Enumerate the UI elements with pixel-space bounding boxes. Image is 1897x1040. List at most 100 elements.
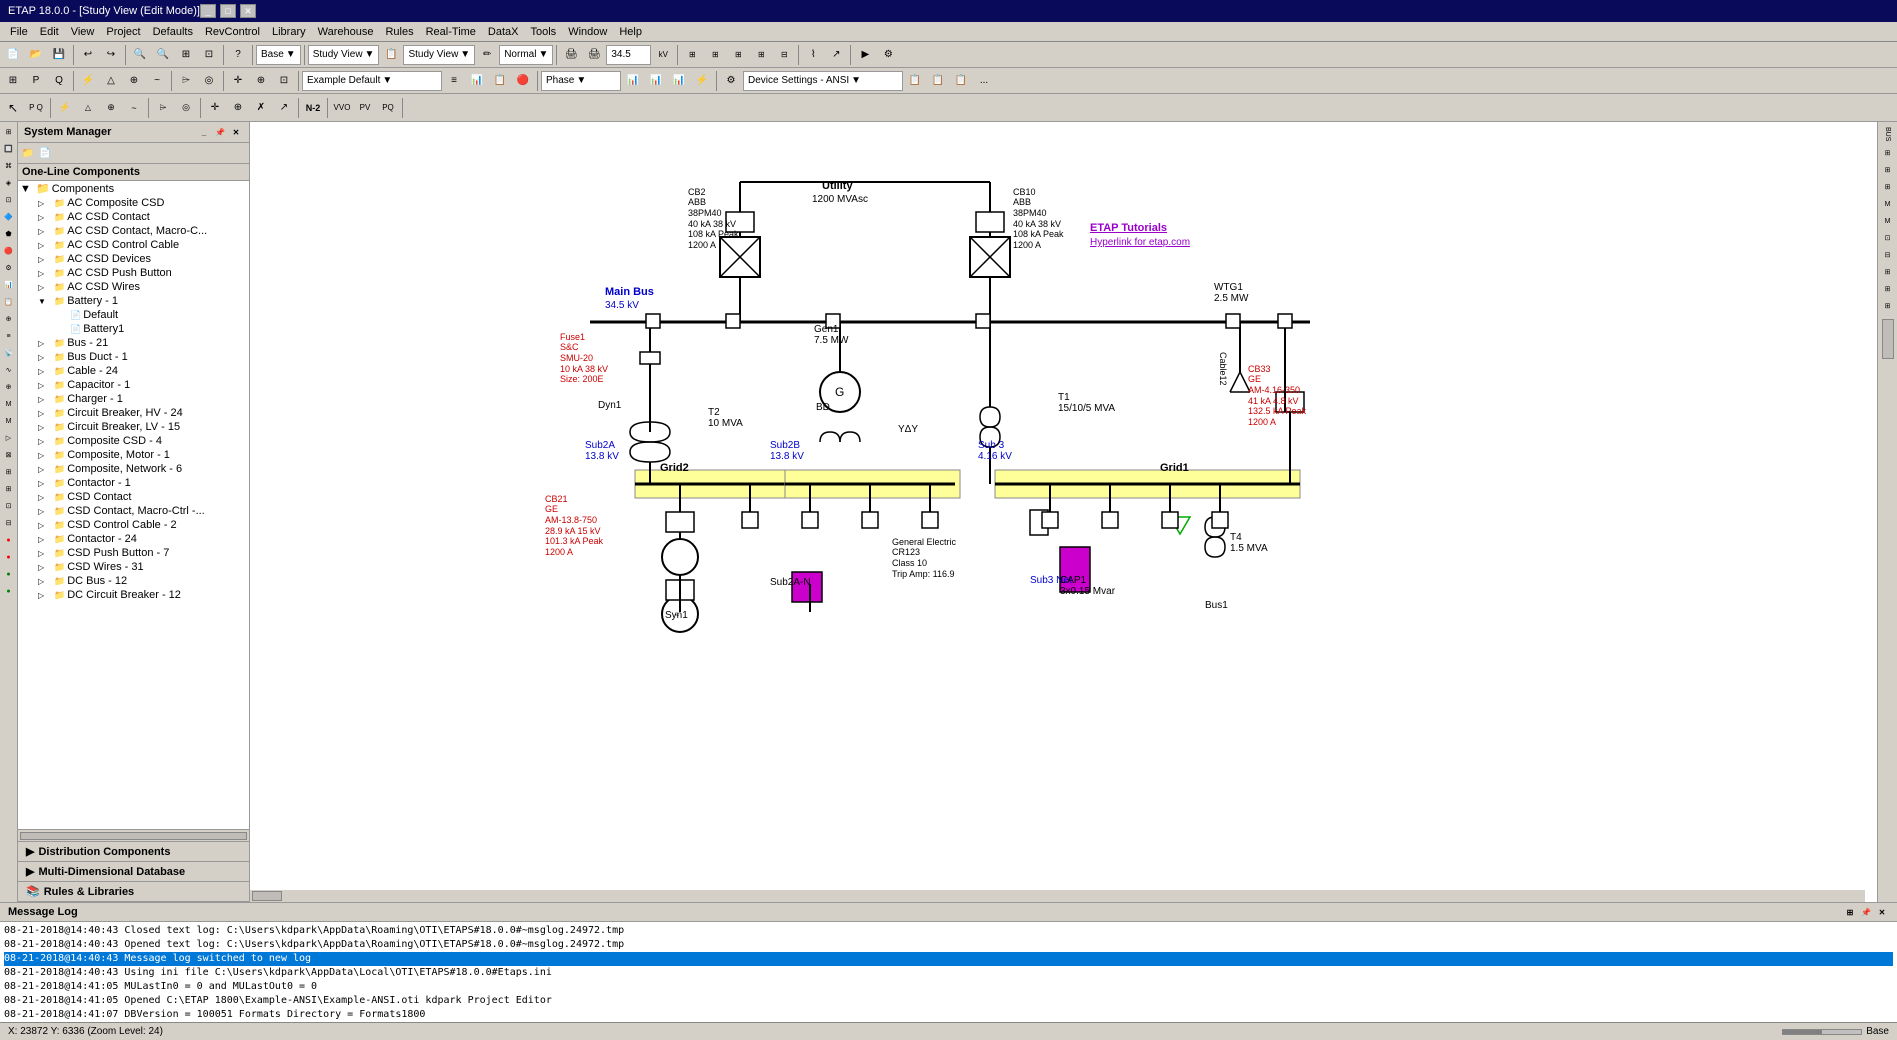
li-21[interactable]: ⊞	[1, 464, 17, 480]
rules-libraries-section[interactable]: 📚 Rules & Libraries	[18, 882, 249, 902]
t2-23[interactable]: 📋	[950, 70, 972, 92]
sm-close[interactable]: ✕	[229, 125, 243, 139]
rp-7[interactable]: ⊟	[1880, 247, 1896, 263]
t2-1[interactable]: P	[25, 70, 47, 92]
menu-revcontrol[interactable]: RevControl	[199, 24, 266, 40]
tree-charger-1[interactable]: ▷ 📁 Charger - 1	[18, 392, 249, 406]
tree-composite-csd-4[interactable]: ▷ 📁 Composite CSD - 4	[18, 434, 249, 448]
t2-14[interactable]: 📋	[489, 70, 511, 92]
tree-composite-motor-1[interactable]: ▷ 📁 Composite, Motor - 1	[18, 448, 249, 462]
distribution-components-section[interactable]: ▶ Distribution Components	[18, 842, 249, 862]
menu-project[interactable]: Project	[100, 24, 146, 40]
li-10[interactable]: 📊	[1, 277, 17, 293]
t2-11[interactable]: ⊡	[273, 70, 295, 92]
menu-warehouse[interactable]: Warehouse	[312, 24, 380, 40]
tree-bus-duct-1[interactable]: ▷ 📁 Bus Duct - 1	[18, 350, 249, 364]
log-close-btn[interactable]: ✕	[1875, 905, 1889, 919]
tree-csd-contact-macro[interactable]: ▷ 📁 CSD Contact, Macro-Ctrl -...	[18, 504, 249, 518]
li-25[interactable]: ●	[1, 532, 17, 548]
t2-7[interactable]: ⌲	[175, 70, 197, 92]
li-17[interactable]: M	[1, 396, 17, 412]
normal-dropdown[interactable]: Normal▼	[499, 45, 553, 65]
undo-btn[interactable]: ↩	[77, 44, 99, 66]
zoom-win-btn[interactable]: ⊡	[198, 44, 220, 66]
li-16[interactable]: ⊕	[1, 379, 17, 395]
tree-ac-csd-wires[interactable]: ▷ 📁 AC CSD Wires	[18, 280, 249, 294]
n2-tool[interactable]: N-2	[302, 97, 324, 119]
multidim-database-section[interactable]: ▶ Multi-Dimensional Database	[18, 862, 249, 882]
li-12[interactable]: ⊕	[1, 311, 17, 327]
h-scroll-thumb[interactable]	[252, 891, 282, 901]
bus2-btn[interactable]: ⊞	[704, 44, 726, 66]
t2-8[interactable]: ◎	[198, 70, 220, 92]
tree-contactor-1[interactable]: ▷ 📁 Contactor - 1	[18, 476, 249, 490]
tree-cb-lv-15[interactable]: ▷ 📁 Circuit Breaker, LV - 15	[18, 420, 249, 434]
arrow2-tool[interactable]: ↗	[273, 97, 295, 119]
phase-dropdown[interactable]: Phase▼	[541, 71, 621, 91]
cb-tool[interactable]: ~	[123, 97, 145, 119]
etap-tutorials-sublabel[interactable]: Hyperlink for etap.com	[1090, 237, 1190, 248]
save-btn[interactable]: 💾	[48, 44, 70, 66]
redo-btn[interactable]: ↪	[100, 44, 122, 66]
select-btn[interactable]: ↖	[2, 97, 24, 119]
t2-5[interactable]: ⊕	[123, 70, 145, 92]
zoom-out-btn[interactable]: 🔍	[152, 44, 174, 66]
t2-15[interactable]: 🔴	[512, 70, 534, 92]
menu-tools[interactable]: Tools	[525, 24, 563, 40]
li-14[interactable]: 📡	[1, 345, 17, 361]
t2-24[interactable]: ...	[973, 70, 995, 92]
sm-icon-folder[interactable]: 📁	[20, 145, 36, 161]
run-btn[interactable]: ▶	[854, 44, 876, 66]
studyview-icon[interactable]: 📋	[380, 44, 402, 66]
gen-tool[interactable]: ⚡	[54, 97, 76, 119]
t2-21[interactable]: 📋	[904, 70, 926, 92]
grid-btn[interactable]: ⊞	[750, 44, 772, 66]
tree-cable-24[interactable]: ▷ 📁 Cable - 24	[18, 364, 249, 378]
rp-10[interactable]: ⊞	[1880, 298, 1896, 314]
tree-csd-push-btn-7[interactable]: ▷ 📁 CSD Push Button - 7	[18, 546, 249, 560]
t2-3[interactable]: ⚡	[77, 70, 99, 92]
menu-window[interactable]: Window	[562, 24, 613, 40]
minimize-button[interactable]: _	[200, 4, 216, 18]
line-tool[interactable]: ⌲	[152, 97, 174, 119]
etap-tutorials-link[interactable]: ETAP Tutorials	[1090, 222, 1167, 234]
tree-csd-wires-31[interactable]: ▷ 📁 CSD Wires - 31	[18, 560, 249, 574]
base-dropdown[interactable]: Base▼	[256, 45, 301, 65]
device-settings-dropdown[interactable]: Device Settings - ANSI▼	[743, 71, 903, 91]
menu-library[interactable]: Library	[266, 24, 312, 40]
tree-dc-cb-12[interactable]: ▷ 📁 DC Circuit Breaker - 12	[18, 588, 249, 602]
kv-btn[interactable]: kV	[652, 44, 674, 66]
h-scrollbar[interactable]	[250, 890, 1865, 902]
tree-contactor-24[interactable]: ▷ 📁 Contactor - 24	[18, 532, 249, 546]
v-scrollbar[interactable]	[1878, 315, 1897, 900]
li-20[interactable]: ⊠	[1, 447, 17, 463]
vvo-tool[interactable]: VVO	[331, 97, 353, 119]
li-18[interactable]: M	[1, 413, 17, 429]
menu-view[interactable]: View	[65, 24, 101, 40]
li-11[interactable]: 📋	[1, 294, 17, 310]
snap2-btn[interactable]: ⊞	[2, 70, 24, 92]
rp-bus[interactable]: BUS	[1881, 124, 1894, 144]
maximize-button[interactable]: □	[220, 4, 236, 18]
t2-22[interactable]: 📋	[927, 70, 949, 92]
bus3-btn[interactable]: ⊞	[727, 44, 749, 66]
tree-ac-csd-control-cable[interactable]: ▷ 📁 AC CSD Control Cable	[18, 238, 249, 252]
sm-pin[interactable]: 📌	[213, 125, 227, 139]
pv-tool[interactable]: PV	[354, 97, 376, 119]
menu-realtime[interactable]: Real-Time	[420, 24, 482, 40]
print-btn[interactable]: 🖨	[560, 44, 582, 66]
rp-8[interactable]: ⊞	[1880, 264, 1896, 280]
open-btn[interactable]: 📂	[25, 44, 47, 66]
circle-tool[interactable]: ◎	[175, 97, 197, 119]
li-23[interactable]: ⊡	[1, 498, 17, 514]
plus-tool[interactable]: ✛	[204, 97, 226, 119]
pen-icon[interactable]: ✏	[476, 44, 498, 66]
t2-18[interactable]: 📊	[668, 70, 690, 92]
example-default-dropdown[interactable]: Example Default▼	[302, 71, 442, 91]
pq-tool[interactable]: PQ	[377, 97, 399, 119]
menu-file[interactable]: File	[4, 24, 34, 40]
tree-ac-csd-contact[interactable]: ▷ 📁 AC CSD Contact	[18, 210, 249, 224]
log-float-btn[interactable]: ⊞	[1843, 905, 1857, 919]
tree-dc-bus-12[interactable]: ▷ 📁 DC Bus - 12	[18, 574, 249, 588]
li-5[interactable]: ⊡	[1, 192, 17, 208]
